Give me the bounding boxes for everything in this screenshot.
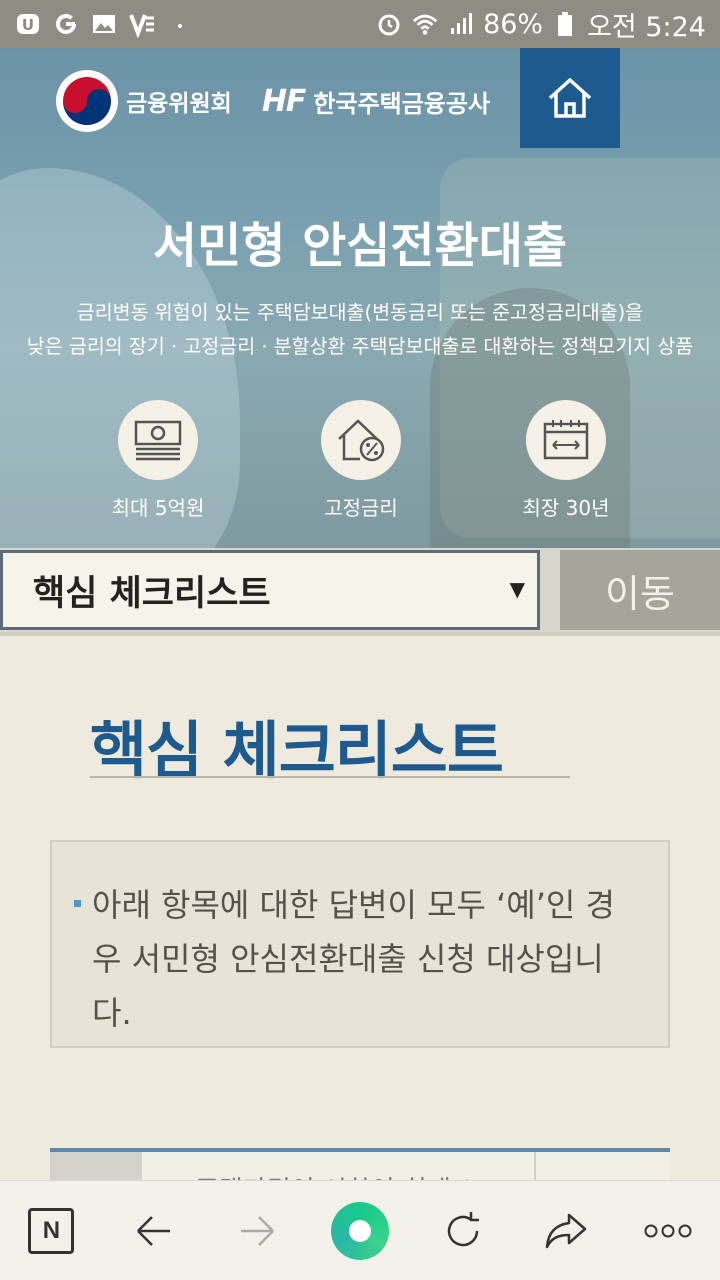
feature-label: 고정금리 (324, 496, 398, 520)
gallery-icon (90, 10, 118, 38)
alarm-icon (375, 10, 403, 38)
section-select-value: 핵심 체크리스트 (33, 573, 271, 614)
svg-text:U: U (22, 16, 34, 34)
signal-icon (447, 10, 475, 38)
clock: 오전 5:24 (587, 11, 706, 43)
house-percent-icon (321, 400, 401, 480)
battery-icon (551, 10, 579, 38)
green-dot-button[interactable] (320, 1191, 400, 1271)
share-button[interactable] (526, 1191, 606, 1271)
fsc-logo-icon (56, 70, 118, 132)
home-button[interactable] (520, 48, 620, 148)
chevron-down-icon: ▼ (509, 577, 525, 601)
hero-desc-line2: 낮은 금리의 장기 · 고정금리 · 분할상환 주택담보대출로 대환하는 정책모… (26, 335, 694, 358)
naver-n-icon: N (28, 1207, 75, 1254)
move-button[interactable]: 이동 (560, 550, 720, 630)
arrow-left-icon (137, 1215, 171, 1246)
feature-fixed-rate: 고정금리 (281, 400, 441, 521)
battery-percent: 86% (483, 8, 544, 40)
notice-box: 아래 항목에 대한 답변이 모두 ‘예’인 경우 서민형 안심전환대출 신청 대… (50, 840, 670, 1048)
hero-description: 금리변동 위험이 있는 주택담보대출(변동금리 또는 준고정금리대출)을 낮은 … (0, 296, 720, 364)
browser-nav-bar: N (0, 1180, 720, 1280)
share-icon (545, 1213, 586, 1248)
u-app-icon: U (14, 10, 42, 38)
dot-icon (166, 10, 194, 38)
title-divider (90, 776, 570, 778)
hf-logo: HF 한국주택금융공사 (262, 84, 490, 119)
calendar-range-icon (526, 400, 606, 480)
status-bar: U 86% 오전 5:24 (0, 0, 720, 48)
wifi-icon (411, 10, 439, 38)
forward-button[interactable] (217, 1191, 297, 1271)
more-button[interactable] (628, 1191, 708, 1271)
fsc-name: 금융위원회 (126, 91, 232, 117)
feature-max-term: 최장 30년 (486, 400, 646, 521)
more-icon (644, 1224, 692, 1237)
feature-max-amount: 최대 5억원 (78, 400, 238, 521)
google-icon (52, 10, 80, 38)
bullet-icon (74, 900, 81, 907)
hero-desc-line1: 금리변동 위험이 있는 주택담보대출(변동금리 또는 준고정금리대출)을 (76, 301, 644, 324)
refresh-button[interactable] (423, 1191, 503, 1271)
hf-name: 한국주택금융공사 (313, 89, 491, 118)
hero-title: 서민형 안심전환대출 (152, 218, 568, 274)
feature-label: 최장 30년 (522, 496, 610, 520)
section-selector-bar: 핵심 체크리스트 ▼ 이동 (0, 548, 720, 636)
money-icon (118, 400, 198, 480)
logo-row: 금융위원회 HF 한국주택금융공사 (56, 70, 490, 132)
feature-label: 최대 5억원 (111, 496, 205, 520)
hero-banner: 금융위원회 HF 한국주택금융공사 서민형 안심전환대출 금리변동 위험이 있는… (0, 48, 720, 548)
refresh-icon (447, 1211, 479, 1246)
back-button[interactable] (114, 1191, 194, 1271)
green-dot-icon (330, 1201, 389, 1260)
section-select[interactable]: 핵심 체크리스트 ▼ (0, 550, 540, 630)
v-app-icon (128, 10, 156, 38)
naver-home-button[interactable]: N (11, 1191, 91, 1271)
arrow-right-icon (241, 1215, 274, 1246)
home-icon (548, 78, 592, 118)
hf-mark: HF (261, 83, 307, 119)
notice-text: 아래 항목에 대한 답변이 모두 ‘예’인 경우 서민형 안심전환대출 신청 대… (92, 886, 615, 1032)
